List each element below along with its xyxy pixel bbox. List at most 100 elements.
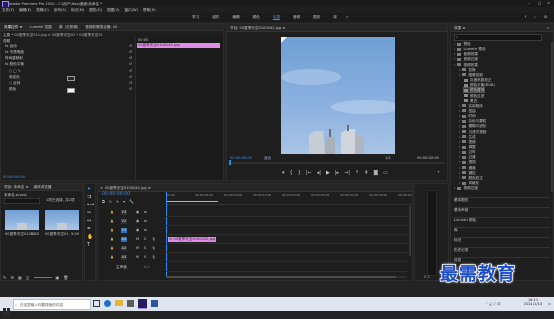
- timeline-timecode[interactable]: 00:00:00:00: [102, 192, 130, 198]
- step-back-icon[interactable]: ◂|: [317, 170, 321, 177]
- sync-lock-icon[interactable]: ⇋: [144, 228, 147, 232]
- effects-tree-item[interactable]: › 过时: [459, 150, 476, 154]
- workspace-tab[interactable]: 图形: [313, 15, 320, 20]
- minimize-icon[interactable]: –: [528, 1, 530, 5]
- reset-icon[interactable]: ↺: [129, 44, 132, 48]
- track-lock-icon[interactable]: 🔒: [110, 210, 114, 214]
- ec-tab[interactable]: 源: (无剪辑): [59, 25, 79, 29]
- track-lock-icon[interactable]: 🔒: [110, 219, 114, 223]
- project-thumbnail[interactable]: [45, 210, 79, 230]
- ec-row[interactable]: 时间重映射 ↺: [3, 56, 133, 60]
- solo-icon[interactable]: S: [144, 237, 146, 241]
- side-section-header[interactable]: Lumetri 颜色: [454, 217, 550, 222]
- work-area-bar[interactable]: [166, 201, 218, 202]
- effects-search-input[interactable]: ⌕: [454, 34, 542, 41]
- workspace-tab[interactable]: 音频: [293, 15, 300, 20]
- effects-tree-item[interactable]: › 音频效果: [454, 52, 478, 56]
- reset-icon[interactable]: ↺: [129, 62, 132, 66]
- freeform-view-icon[interactable]: ◫: [26, 275, 30, 280]
- fit-dropdown[interactable]: 适合: [264, 156, 271, 160]
- reset-icon[interactable]: ↺: [129, 87, 132, 91]
- side-section-header[interactable]: 历史记录: [454, 247, 550, 252]
- track-header[interactable]: 🔒 ◉ ⇋ V1: [100, 227, 164, 234]
- workspace-more-icon[interactable]: »: [346, 15, 348, 19]
- side-section-header[interactable]: 标记: [454, 237, 550, 242]
- effects-tree-item[interactable]: 灰度系数校正: [464, 78, 492, 82]
- go-to-out-icon[interactable]: →|: [344, 170, 350, 177]
- effects-tree-item[interactable]: › 风格化: [459, 181, 479, 185]
- track-lock-icon[interactable]: 🔒: [110, 237, 114, 241]
- ec-row[interactable]: 渐变色 ↺: [3, 75, 133, 81]
- quality-dropdown[interactable]: 1/2: [385, 156, 391, 160]
- timeline-settings-icon[interactable]: 🔧: [129, 199, 134, 204]
- workspace-tab[interactable]: 编辑: [232, 15, 239, 20]
- menu-item[interactable]: 剪辑(C): [36, 8, 49, 12]
- ripple-edit-tool-icon[interactable]: ⟷: [87, 203, 94, 208]
- effects-tree-item[interactable]: 颜色替换: [462, 87, 486, 94]
- timeline-ruler[interactable]: 00:00 00:00:05:00 00:00:10:00 00:00:15:00 00…: [166, 192, 412, 205]
- add-button-icon[interactable]: +: [437, 170, 440, 174]
- step-forward-icon[interactable]: |▸: [335, 170, 339, 177]
- eye-icon[interactable]: ◉: [136, 228, 139, 232]
- timeline-clip[interactable]: fx 00夏季天空0100042.jpg: [168, 237, 216, 242]
- effects-tree-item[interactable]: › 预设: [454, 42, 471, 46]
- taskbar-search-input[interactable]: ⌕ 在这里输入你要搜索的内容: [13, 299, 91, 310]
- sync-lock-icon[interactable]: ⇋: [144, 219, 147, 223]
- clock[interactable]: 16:11 2021/1/14: [520, 298, 546, 306]
- zoom-slider[interactable]: [33, 277, 52, 278]
- delete-icon[interactable]: 🗑: [63, 275, 68, 280]
- timeline-close-icon[interactable]: ×: [100, 186, 103, 190]
- pen-tool-icon[interactable]: ✒: [87, 227, 94, 232]
- effects-tree-item[interactable]: › 沉浸式视频: [459, 130, 486, 134]
- selection-tool-icon[interactable]: ➤: [87, 187, 94, 192]
- workspace-tab[interactable]: 学习: [192, 15, 199, 20]
- mic-icon[interactable]: 🎙: [152, 237, 156, 241]
- menu-item[interactable]: 视图(V): [107, 8, 119, 12]
- lift-icon[interactable]: ⇡: [355, 170, 359, 177]
- effects-tree-item[interactable]: 颜色平衡(RGB): [464, 83, 495, 87]
- ec-tab[interactable]: Lumetri 范围: [30, 25, 52, 29]
- effects-tree-item[interactable]: 颜色过滤: [464, 94, 484, 98]
- menu-item[interactable]: 文件(F): [2, 8, 14, 12]
- side-section-header[interactable]: 基本图形: [454, 197, 550, 202]
- ec-tab[interactable]: 效果控件 ≡: [4, 25, 23, 29]
- track-header[interactable]: 🔒 ◉ ⇋ V3: [100, 209, 164, 216]
- mute-icon[interactable]: M: [136, 255, 139, 259]
- track-header[interactable]: 🔒 M S 🎙 A2: [100, 245, 164, 252]
- maximize-icon[interactable]: □: [538, 1, 541, 5]
- out-point-icon[interactable]: }: [298, 170, 301, 177]
- comparison-view-icon[interactable]: ▭: [383, 170, 388, 177]
- ec-row[interactable]: ○ □ ✎ ↺: [3, 69, 133, 73]
- effects-tree-item[interactable]: › 透视: [459, 160, 476, 164]
- effects-tree-item[interactable]: › 颜色校正: [459, 176, 483, 180]
- effects-tree-item[interactable]: › 扭曲: [459, 109, 476, 113]
- side-section-header[interactable]: 库: [454, 227, 550, 232]
- effects-tree-item[interactable]: 黑白: [464, 99, 477, 103]
- menu-item[interactable]: 帮助(H): [143, 8, 156, 12]
- mute-icon[interactable]: M: [136, 237, 139, 241]
- go-to-in-icon[interactable]: |←: [306, 170, 312, 177]
- effects-scrollbar[interactable]: [551, 42, 553, 192]
- effects-tree-item[interactable]: › Lumetri 预设: [454, 47, 486, 51]
- hand-tool-icon[interactable]: ✋: [87, 235, 94, 240]
- export-frame-icon[interactable]: ◙: [373, 170, 378, 177]
- ec-row[interactable]: 颜色 ↺: [3, 87, 133, 93]
- timeline-scrollbar-v[interactable]: [409, 206, 411, 256]
- track-header[interactable]: 🔒 ◉ ⇋ V2: [100, 218, 164, 225]
- track-header[interactable]: 🔒 M S 🎙 A3: [100, 254, 164, 261]
- icon-view-icon[interactable]: ▦: [18, 275, 22, 280]
- reset-icon[interactable]: ↺: [129, 69, 132, 73]
- project-tab[interactable]: 媒体浏览器: [33, 185, 51, 189]
- file-explorer-icon[interactable]: [115, 300, 123, 306]
- playhead-marker-icon[interactable]: [229, 160, 231, 165]
- marker-icon[interactable]: ▾: [282, 170, 285, 177]
- effects-tree-item[interactable]: › 视频: [459, 140, 476, 144]
- extract-icon[interactable]: ⇞: [364, 170, 368, 177]
- ec-row[interactable]: fx 不透明度 ↺: [3, 50, 133, 54]
- menu-item[interactable]: 窗口(W): [124, 8, 138, 12]
- effects-tree-item[interactable]: › 键控: [459, 171, 476, 175]
- task-view-icon[interactable]: [93, 300, 100, 307]
- ec-row[interactable]: fx 运动 ↺: [3, 44, 133, 48]
- reset-icon[interactable]: ↺: [129, 81, 132, 85]
- menu-item[interactable]: 图形(G): [89, 8, 102, 12]
